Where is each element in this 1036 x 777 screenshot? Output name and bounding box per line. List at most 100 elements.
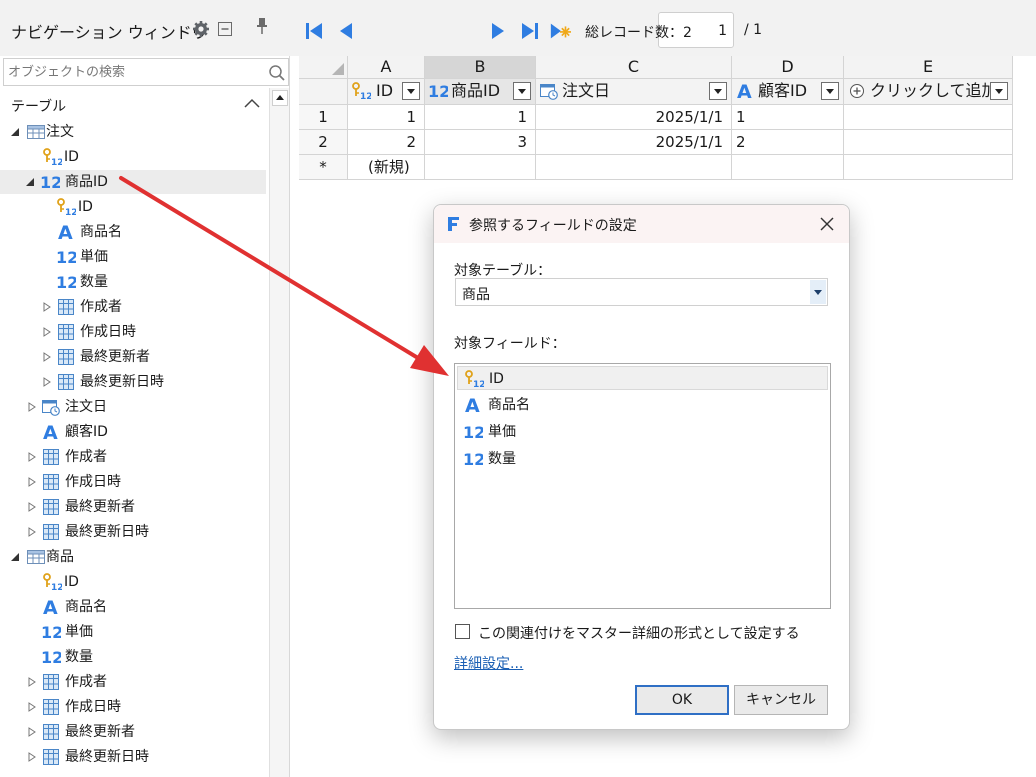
column-menu-dropdown[interactable] [821,82,839,100]
field-header[interactable]: 12 ID [348,79,425,105]
collapsed-triangle-icon[interactable] [42,302,52,312]
tree-item[interactable]: 作成日時 [0,695,266,719]
field-list-item[interactable]: 12 単価 [457,420,828,444]
search-box[interactable] [3,58,289,86]
collapsed-triangle-icon[interactable] [42,352,52,362]
field-list-item[interactable]: A 商品名 [457,393,828,417]
target-field-list[interactable]: 12 ID A 商品名 12 単価 12 数量 [454,363,831,609]
collapsed-triangle-icon[interactable] [42,377,52,387]
previous-record-icon[interactable] [335,20,357,42]
row-header[interactable]: 1 [299,105,348,130]
tree-item[interactable]: 12 商品ID [0,170,266,194]
table-cell[interactable] [844,155,1013,180]
table-cell[interactable]: 2025/1/1 [536,130,732,155]
collapsed-triangle-icon[interactable] [27,727,37,737]
next-record-icon[interactable] [487,20,509,42]
tree-item[interactable]: 商品 [0,545,266,569]
tree-item[interactable]: A 顧客ID [0,420,266,444]
table-cell[interactable]: 2 [348,130,425,155]
table-cell[interactable]: 3 [425,130,536,155]
expanded-triangle-icon[interactable] [25,177,35,187]
chevron-down-icon[interactable] [810,280,826,304]
field-header[interactable]: クリックして追加 [844,79,1013,105]
tree-item[interactable]: 最終更新者 [0,495,266,519]
pin-icon[interactable] [253,17,271,35]
tree-item[interactable]: 最終更新日時 [0,370,266,394]
last-record-icon[interactable] [519,20,541,42]
new-record-icon[interactable] [549,20,571,42]
collapsed-triangle-icon[interactable] [42,327,52,337]
column-letter[interactable]: C [536,56,732,79]
tree-item[interactable]: 12 単価 [0,245,266,269]
tree-item[interactable]: 最終更新日時 [0,745,266,769]
table-cell[interactable]: 1 [425,105,536,130]
gear-icon[interactable] [192,20,210,38]
table-cell[interactable] [844,130,1013,155]
master-detail-label[interactable]: この関連付けをマスター詳細の形式として設定する [478,623,800,643]
search-icon[interactable] [268,64,286,82]
grid-corner[interactable] [299,56,348,79]
tree-item[interactable]: 作成者 [0,445,266,469]
current-record-value[interactable]: 1 [718,23,727,39]
cancel-button[interactable]: キャンセル [734,685,828,715]
field-header[interactable]: 12商品ID [425,79,536,105]
advanced-settings-link[interactable]: 詳細設定... [454,653,523,673]
target-table-select[interactable]: 商品 [455,278,828,306]
tree-item[interactable]: 12 単価 [0,620,266,644]
collapsed-triangle-icon[interactable] [27,477,37,487]
column-letter[interactable]: A [348,56,425,79]
column-letter[interactable]: D [732,56,844,79]
collapsed-triangle-icon[interactable] [27,502,37,512]
collapsed-triangle-icon[interactable] [27,677,37,687]
field-list-item[interactable]: 12 数量 [457,447,828,471]
tree-item[interactable]: 最終更新日時 [0,520,266,544]
table-cell[interactable]: 1 [732,105,844,130]
column-menu-dropdown[interactable] [402,82,420,100]
collapsed-triangle-icon[interactable] [27,452,37,462]
field-header[interactable]: 注文日 [536,79,732,105]
column-menu-dropdown[interactable] [513,82,531,100]
collapsed-triangle-icon[interactable] [27,752,37,762]
tree-item[interactable]: A 商品名 [0,595,266,619]
column-letter[interactable]: E [844,56,1013,79]
collapsed-triangle-icon[interactable] [27,702,37,712]
field-header[interactable]: A 顧客ID [732,79,844,105]
select-all-icon[interactable] [332,63,344,75]
tree-item[interactable]: 12 数量 [0,270,266,294]
tree-item[interactable]: 12 ID [0,145,266,169]
column-menu-dropdown[interactable] [709,82,727,100]
table-cell[interactable] [536,155,732,180]
search-input[interactable] [8,62,258,82]
table-cell[interactable] [844,105,1013,130]
table-cell[interactable]: 2025/1/1 [536,105,732,130]
target-table-value[interactable]: 商品 [462,284,490,304]
tree-item[interactable]: 注文 [0,120,266,144]
collapsed-triangle-icon[interactable] [27,402,37,412]
tree-item[interactable]: 12 数量 [0,645,266,669]
collapse-pane-icon[interactable] [216,20,234,38]
row-header[interactable]: * [299,155,348,180]
tree-item[interactable]: 作成日時 [0,470,266,494]
expanded-triangle-icon[interactable] [10,552,20,562]
tree-item[interactable]: 作成者 [0,670,266,694]
scroll-up-icon[interactable] [272,90,288,106]
close-icon[interactable] [818,215,836,233]
master-detail-checkbox[interactable] [455,624,470,639]
column-letter[interactable]: B [425,56,536,79]
tree-item[interactable]: A 商品名 [0,220,266,244]
row-header[interactable]: 2 [299,130,348,155]
tree-item[interactable]: 12 ID [0,195,266,219]
table-cell[interactable]: 1 [348,105,425,130]
column-menu-dropdown[interactable] [990,82,1008,100]
table-cell[interactable]: 2 [732,130,844,155]
tree-item[interactable]: 作成日時 [0,320,266,344]
table-cell[interactable] [425,155,536,180]
table-cell[interactable]: (新規) [348,155,425,180]
nav-scrollbar[interactable] [269,88,289,777]
tree-item[interactable]: 12 ID [0,570,266,594]
ok-button[interactable]: OK [635,685,729,715]
tree-item[interactable]: 注文日 [0,395,266,419]
tree-item[interactable]: 最終更新者 [0,720,266,744]
first-record-icon[interactable] [303,20,325,42]
table-cell[interactable] [732,155,844,180]
